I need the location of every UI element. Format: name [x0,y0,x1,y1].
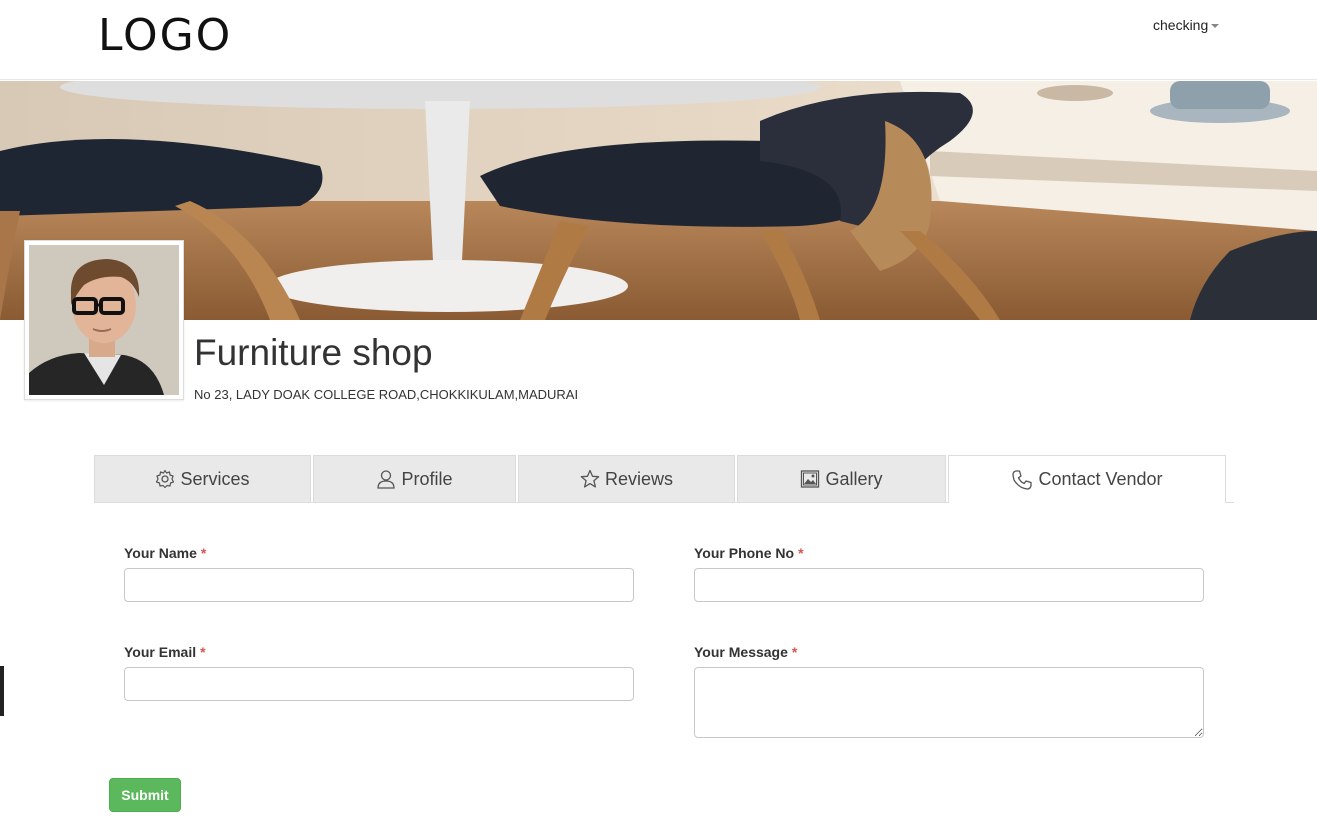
tab-profile[interactable]: Profile [313,455,516,502]
cover-banner-image [0,81,1317,320]
site-logo[interactable]: LOGO [98,10,232,62]
user-icon [376,469,396,489]
gear-icon [155,469,175,489]
required-marker: * [791,644,798,660]
user-menu-label: checking [1153,17,1209,33]
vendor-tabs: Services Profile Reviews Gallery Contact… [94,455,1234,503]
name-label-text: Your Name [124,545,197,561]
name-input[interactable] [124,568,634,602]
star-icon [580,469,600,489]
required-marker: * [200,545,207,561]
image-icon [800,469,820,489]
name-label: Your Name * [124,545,206,561]
vendor-address: No 23, LADY DOAK COLLEGE ROAD,CHOKKIKULA… [194,387,579,402]
tab-contact-vendor[interactable]: Contact Vendor [948,455,1226,503]
submit-button[interactable]: Submit [109,778,181,812]
tab-label: Services [180,468,250,489]
vendor-avatar [24,240,184,400]
tab-label: Gallery [825,468,883,489]
required-marker: * [798,545,804,561]
left-edge-marker [0,666,4,716]
email-label: Your Email * [124,644,206,660]
top-header: LOGO checking [0,0,1317,80]
email-label-text: Your Email [124,644,197,660]
required-marker: * [200,644,206,660]
vendor-name: Furniture shop [194,332,433,373]
phone-label-text: Your Phone No [694,545,795,561]
message-label: Your Message * [694,644,797,660]
tab-label: Contact Vendor [1038,469,1163,489]
email-input[interactable] [124,667,634,701]
chevron-down-icon [1211,24,1220,28]
tab-services[interactable]: Services [94,455,311,502]
tab-label: Profile [401,468,453,489]
phone-icon [1011,469,1033,491]
message-label-text: Your Message [694,644,788,660]
phone-input[interactable] [694,568,1204,602]
tab-reviews[interactable]: Reviews [518,455,735,502]
phone-label: Your Phone No * [694,545,804,561]
message-textarea[interactable] [694,667,1204,738]
tab-gallery[interactable]: Gallery [737,455,946,502]
tab-label: Reviews [604,468,674,489]
user-menu-dropdown[interactable]: checking [1153,17,1220,33]
